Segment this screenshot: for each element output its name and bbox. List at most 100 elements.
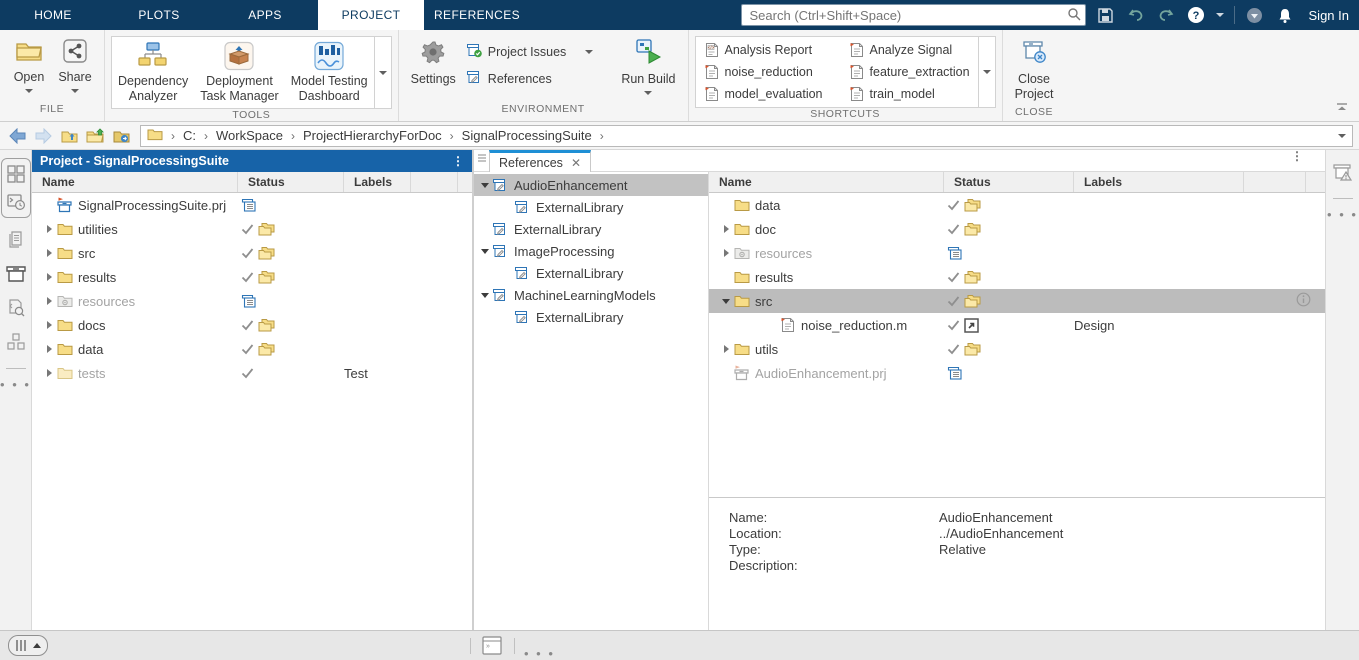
reference-node-externallibrary[interactable]: ExternalLibrary [474, 218, 708, 240]
shortcut-feature-extraction[interactable]: feature_extraction [845, 61, 974, 83]
breadcrumb-item[interactable]: ProjectHierarchyForDoc [303, 128, 442, 143]
files-row-src[interactable]: src [709, 289, 1325, 313]
project-row-signalprocessingsuite-prj[interactable]: SignalProcessingSuite.prj [32, 193, 472, 217]
column-header-labels[interactable]: Labels [344, 172, 411, 192]
project-row-data[interactable]: data [32, 337, 472, 361]
expander-collapsed-icon[interactable] [719, 345, 733, 353]
info-icon[interactable] [1296, 292, 1311, 310]
references-button[interactable]: References [466, 69, 594, 88]
search-icon[interactable] [1067, 7, 1081, 24]
project-row-docs[interactable]: docs [32, 313, 472, 337]
shortcut-model-evaluation[interactable]: model_evaluation [700, 83, 827, 105]
forward-button[interactable] [32, 125, 54, 147]
expander-collapsed-icon[interactable] [719, 225, 733, 233]
project-row-utilities[interactable]: utilities [32, 217, 472, 241]
project-row-tests[interactable]: testsTest [32, 361, 472, 385]
save-icon[interactable] [1096, 5, 1116, 25]
tab-list-icon[interactable] [477, 151, 487, 166]
settings-button[interactable]: Settings [405, 34, 462, 91]
dependency-analyzer-button[interactable]: DependencyAnalyzer [112, 37, 194, 108]
reference-node-machinelearningmodels[interactable]: MachineLearningModels [474, 284, 708, 306]
expander-collapsed-icon[interactable] [42, 369, 56, 377]
notifications-bell-icon[interactable] [1275, 5, 1295, 25]
up-one-level-button[interactable] [58, 125, 80, 147]
dependencies-icon[interactable] [4, 330, 28, 354]
command-history-icon[interactable] [4, 190, 28, 214]
tab-references[interactable]: References ✕ [489, 150, 591, 172]
tab-project[interactable]: PROJECT [318, 0, 424, 30]
project-row-resources[interactable]: resources [32, 289, 472, 313]
reference-node-externallibrary[interactable]: ExternalLibrary [474, 262, 708, 284]
statusbar-more-button[interactable]: • • • [524, 646, 555, 660]
column-header-name[interactable]: Name [32, 172, 238, 192]
account-icon[interactable] [1245, 5, 1265, 25]
help-dropdown-icon[interactable] [1216, 13, 1224, 17]
files-row-audioenhancement-prj[interactable]: AudioEnhancement.prj [709, 361, 1325, 385]
files-row-results[interactable]: results [709, 265, 1325, 289]
undo-icon[interactable] [1126, 5, 1146, 25]
reference-node-externallibrary[interactable]: ExternalLibrary [474, 306, 708, 328]
expander-collapsed-icon[interactable] [42, 321, 56, 329]
project-panel-icon[interactable] [4, 262, 28, 286]
shortcut-analyze-signal[interactable]: Analyze Signal [845, 39, 974, 61]
breadcrumb[interactable]: ›C:›WorkSpace›ProjectHierarchyForDoc›Sig… [140, 125, 1353, 147]
project-panel-menu-icon[interactable]: ⋮ [452, 159, 464, 163]
expander-expanded-icon[interactable] [478, 249, 492, 254]
deployment-task-manager-button[interactable]: DeploymentTask Manager [194, 37, 285, 108]
shortcut-train-model[interactable]: train_model [845, 83, 974, 105]
run-build-button[interactable]: Run Build [615, 34, 681, 99]
back-button[interactable] [6, 125, 28, 147]
search-files-icon[interactable] [4, 296, 28, 320]
command-window-icon[interactable]: » [482, 636, 502, 658]
breadcrumb-item[interactable]: SignalProcessingSuite [462, 128, 592, 143]
expander-expanded-icon[interactable] [478, 183, 492, 188]
expander-collapsed-icon[interactable] [42, 297, 56, 305]
expander-collapsed-icon[interactable] [42, 345, 56, 353]
files-row-doc[interactable]: doc [709, 217, 1325, 241]
project-issues-panel-icon[interactable] [1331, 160, 1355, 184]
expander-collapsed-icon[interactable] [42, 249, 56, 257]
model-testing-dashboard-button[interactable]: Model TestingDashboard [285, 37, 374, 108]
files-row-resources[interactable]: resources [709, 241, 1325, 265]
search-input[interactable] [741, 4, 1086, 26]
breadcrumb-item[interactable]: C: [183, 128, 196, 143]
help-icon[interactable]: ? [1186, 5, 1206, 25]
share-button[interactable]: Share [52, 34, 98, 97]
breadcrumb-item[interactable]: WorkSpace [216, 128, 283, 143]
sign-in-button[interactable]: Sign In [1305, 8, 1349, 23]
collapse-ribbon-icon[interactable] [1335, 100, 1349, 115]
reference-node-imageprocessing[interactable]: ImageProcessing [474, 240, 708, 262]
expander-collapsed-icon[interactable] [719, 249, 733, 257]
close-project-button[interactable]: CloseProject [1009, 34, 1060, 106]
files-row-noise-reduction-m[interactable]: noise_reduction.mDesign [709, 313, 1325, 337]
close-tab-icon[interactable]: ✕ [571, 156, 581, 170]
more-panels-button[interactable]: • • • [1327, 207, 1358, 222]
tools-gallery-dropdown[interactable] [374, 37, 391, 108]
files-row-data[interactable]: data [709, 193, 1325, 217]
breadcrumb-dropdown-icon[interactable] [1338, 134, 1346, 138]
tab-apps[interactable]: APPS [212, 0, 318, 30]
files-row-utils[interactable]: utils [709, 337, 1325, 361]
expander-expanded-icon[interactable] [719, 299, 733, 304]
tab-bar-menu-icon[interactable]: ⋮ [1291, 154, 1303, 158]
panel-toggle-button[interactable] [8, 635, 48, 656]
new-folder-button[interactable] [84, 125, 106, 147]
files-panel-icon[interactable] [4, 228, 28, 252]
shortcuts-gallery-dropdown[interactable] [978, 37, 995, 107]
expander-expanded-icon[interactable] [478, 293, 492, 298]
expander-collapsed-icon[interactable] [42, 225, 56, 233]
column-header-status[interactable]: Status [238, 172, 344, 192]
expander-collapsed-icon[interactable] [42, 273, 56, 281]
shortcut-analysis-report[interactable]: </>Analysis Report [700, 39, 827, 61]
column-header-labels[interactable]: Labels [1074, 172, 1244, 192]
project-issues-button[interactable]: Project Issues [466, 42, 594, 61]
browse-folder-button[interactable] [110, 125, 132, 147]
shortcut-noise-reduction[interactable]: noise_reduction [700, 61, 827, 83]
tab-references[interactable]: REFERENCES [424, 0, 530, 30]
more-panels-button[interactable]: • • • [0, 377, 31, 392]
tab-plots[interactable]: PLOTS [106, 0, 212, 30]
reference-node-externallibrary[interactable]: ExternalLibrary [474, 196, 708, 218]
column-header-status[interactable]: Status [944, 172, 1074, 192]
column-header-name[interactable]: Name [709, 172, 944, 192]
open-button[interactable]: Open [6, 34, 52, 97]
